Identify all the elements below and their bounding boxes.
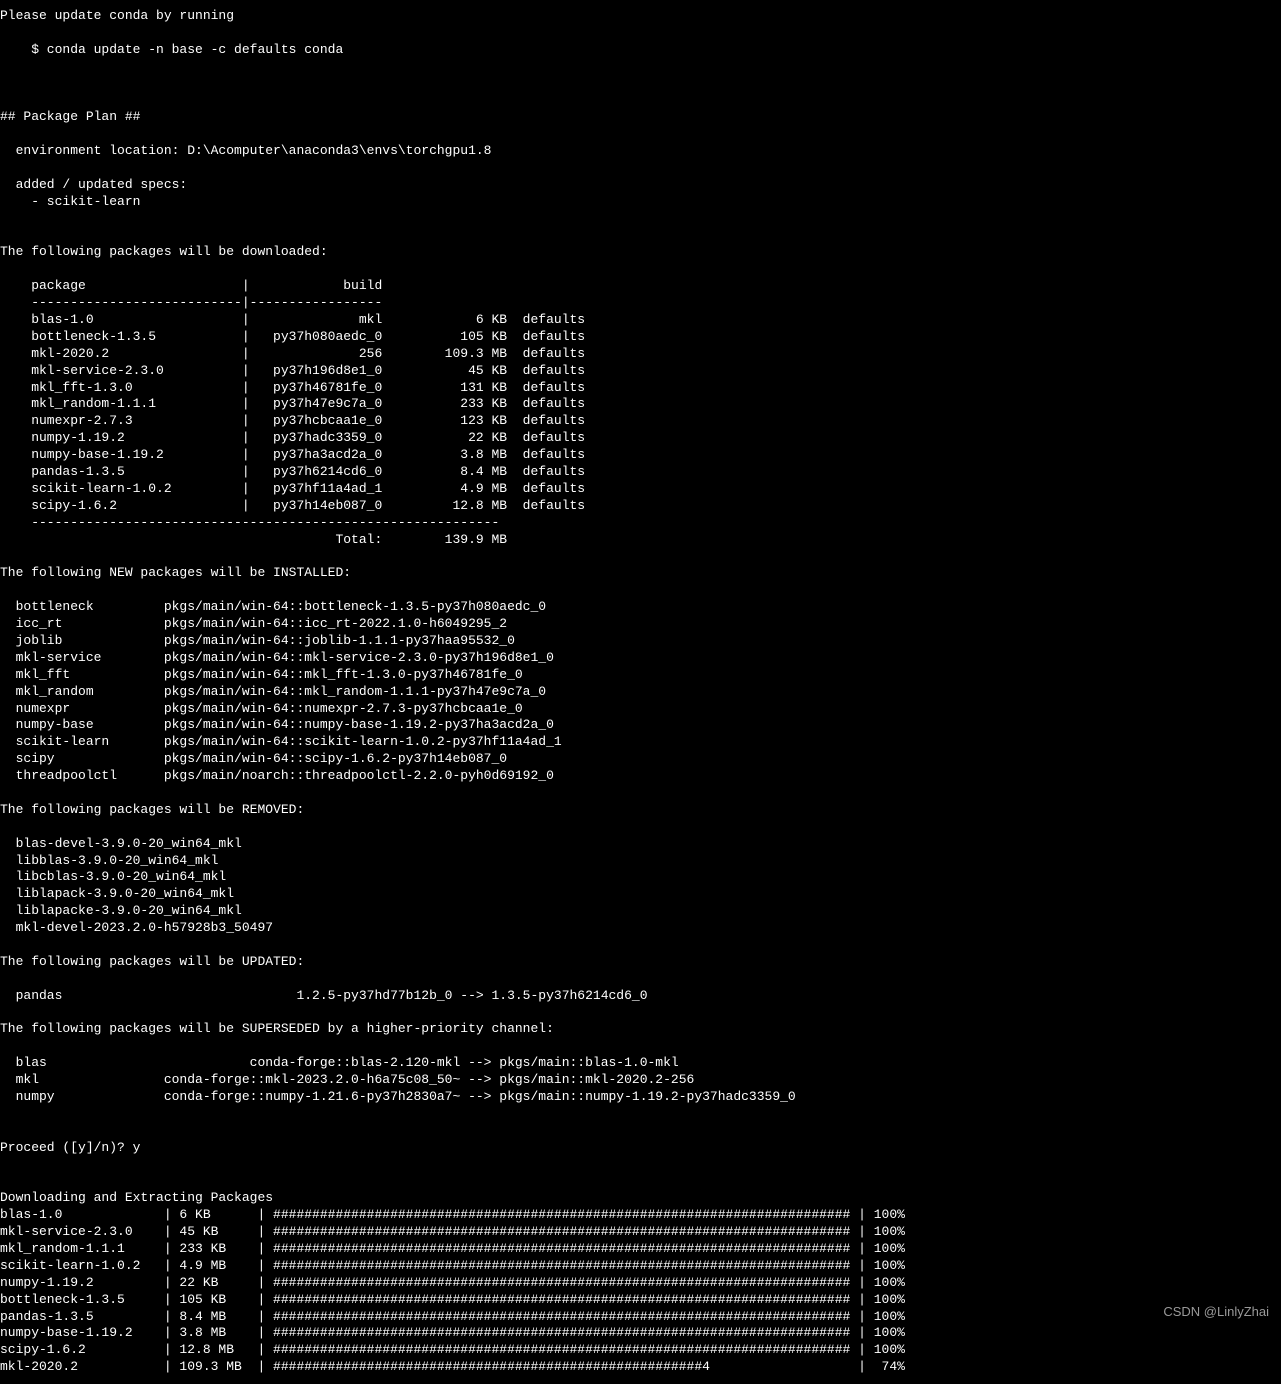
watermark: CSDN @LinlyZhai: [1163, 1304, 1269, 1321]
terminal-output: Please update conda by running $ conda u…: [0, 8, 1281, 1376]
